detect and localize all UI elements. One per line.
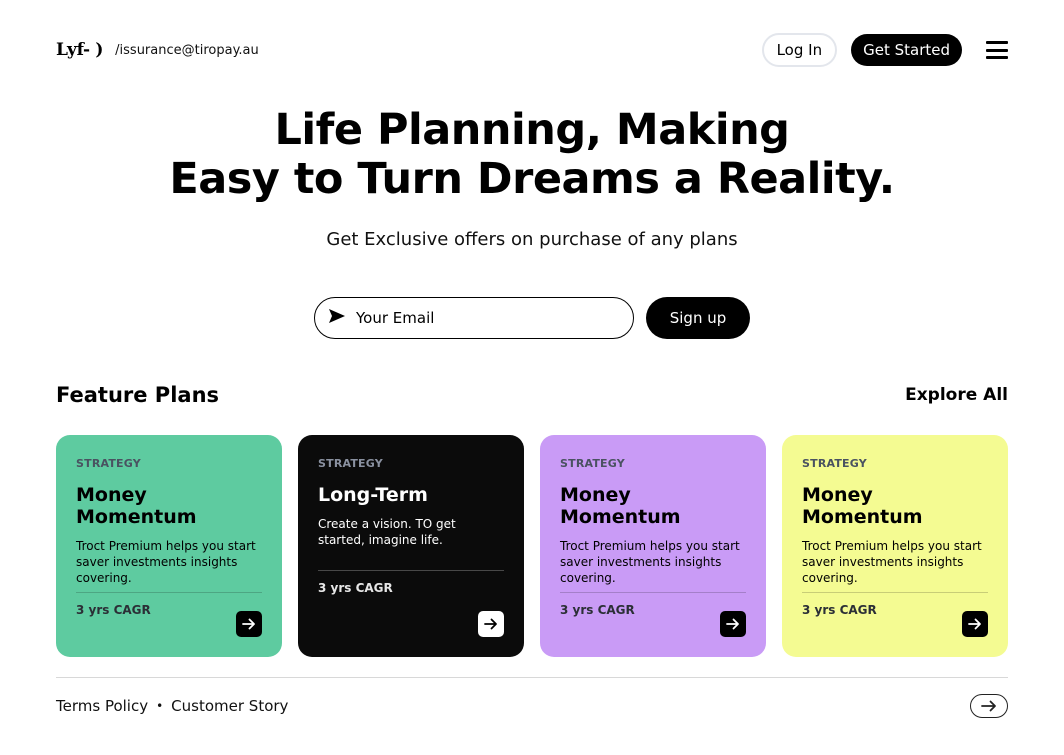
nav-actions: Log In Get Started [761, 33, 1008, 67]
card-title: Money Momentum [76, 484, 197, 528]
card-cagr: 3 yrs CAGR [560, 603, 635, 617]
explore-all-link[interactable]: Explore All [905, 385, 1008, 405]
plan-card[interactable]: STRATEGY Long-Term Create a vision. TO g… [298, 435, 524, 657]
login-button[interactable]: Log In [761, 33, 838, 67]
footer-separator: • [156, 699, 164, 713]
footer-links: Terms Policy • Customer Story [56, 697, 288, 715]
get-started-button[interactable]: Get Started [851, 34, 962, 66]
send-icon [328, 308, 346, 328]
plan-card[interactable]: STRATEGY Money Momentum Troct Premium he… [540, 435, 766, 657]
arrow-right-icon[interactable] [236, 611, 262, 637]
card-title: Money Momentum [802, 484, 923, 528]
plan-card[interactable]: STRATEGY Money Momentum Troct Premium he… [782, 435, 1008, 657]
card-divider [318, 570, 504, 571]
feature-plans-header: Feature Plans Explore All [56, 383, 1008, 407]
card-divider [802, 592, 988, 593]
terms-policy-link[interactable]: Terms Policy [56, 697, 148, 715]
contact-email[interactable]: /issurance@tiropay.au [115, 43, 259, 58]
hero-title: Life Planning, Making Easy to Turn Dream… [0, 106, 1064, 204]
email-field-wrapper [314, 297, 634, 339]
email-input[interactable] [356, 309, 596, 327]
card-kicker: STRATEGY [802, 457, 867, 470]
arrow-right-icon[interactable] [962, 611, 988, 637]
arrow-right-icon[interactable] [478, 611, 504, 637]
card-cagr: 3 yrs CAGR [76, 603, 151, 617]
section-title: Feature Plans [56, 383, 220, 407]
hero-subtitle: Get Exclusive offers on purchase of any … [326, 229, 738, 250]
signup-button[interactable]: Sign up [646, 297, 750, 339]
plan-cards: STRATEGY Money Momentum Troct Premium he… [56, 435, 1008, 657]
card-title: Long-Term [318, 484, 428, 506]
footer: Terms Policy • Customer Story [56, 694, 1008, 718]
footer-divider [56, 677, 1008, 678]
card-kicker: STRATEGY [318, 457, 383, 470]
logo[interactable]: Lyf- ) [56, 40, 103, 60]
hamburger-menu-icon[interactable] [986, 40, 1008, 60]
card-divider [560, 592, 746, 593]
signup-form: Sign up [314, 297, 750, 339]
card-divider [76, 592, 262, 593]
customer-story-link[interactable]: Customer Story [171, 697, 288, 715]
card-kicker: STRATEGY [76, 457, 141, 470]
arrow-right-icon[interactable] [720, 611, 746, 637]
hero-title-line1: Life Planning, Making [274, 105, 790, 155]
card-description: Troct Premium helps you start saver inve… [802, 539, 982, 585]
card-cagr: 3 yrs CAGR [318, 581, 393, 595]
card-cagr: 3 yrs CAGR [802, 603, 877, 617]
card-description: Troct Premium helps you start saver inve… [76, 539, 256, 585]
arrow-right-icon[interactable] [970, 694, 1008, 718]
hero-title-line2: Easy to Turn Dreams a Reality. [169, 154, 895, 204]
header: Lyf- ) /issurance@tiropay.au Log In Get … [56, 30, 1008, 70]
brand: Lyf- ) /issurance@tiropay.au [56, 40, 259, 60]
card-kicker: STRATEGY [560, 457, 625, 470]
plan-card[interactable]: STRATEGY Money Momentum Troct Premium he… [56, 435, 282, 657]
card-title: Money Momentum [560, 484, 681, 528]
card-description: Troct Premium helps you start saver inve… [560, 539, 740, 585]
card-description: Create a vision. TO get started, imagine… [318, 517, 456, 547]
